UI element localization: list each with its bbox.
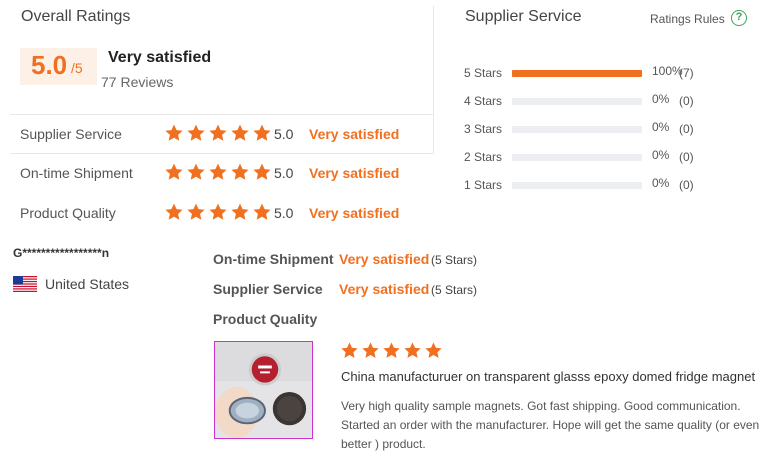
star-icon <box>340 341 359 359</box>
star-icon <box>252 162 272 181</box>
metric-row-product-quality: Product Quality 5.0 Very satisfied <box>10 194 434 234</box>
distribution-label: 4 Stars <box>464 94 503 108</box>
review-line-value: Very satisfied <box>339 251 430 267</box>
metric-name: Supplier Service <box>20 126 122 142</box>
reviewer-name: G*****************n <box>13 246 110 260</box>
metric-score: 5.0 <box>274 165 294 181</box>
product-star-rating <box>340 341 443 359</box>
star-icon <box>424 341 443 359</box>
distribution-count: (7) <box>679 66 694 80</box>
review-line-key: Supplier Service <box>213 281 323 297</box>
distribution-bar <box>512 182 642 189</box>
metric-score: 5.0 <box>274 126 294 142</box>
star-icon <box>252 202 272 221</box>
distribution-label: 3 Stars <box>464 122 503 136</box>
distribution-percent: 0% <box>652 92 670 106</box>
metric-label: Very satisfied <box>309 126 400 142</box>
review-line-stars: (5 Stars) <box>431 253 478 267</box>
star-rating <box>164 123 272 142</box>
review-line-stars: (5 Stars) <box>431 283 478 297</box>
distribution-bar-fill <box>512 70 642 77</box>
distribution-row-3-stars: 3 Stars 0% (0) <box>464 120 764 140</box>
review-line-value: Very satisfied <box>339 281 430 297</box>
metric-row-on-time-shipment: On-time Shipment 5.0 Very satisfied <box>10 154 434 194</box>
star-icon <box>164 162 184 181</box>
reviewer-country: United States <box>45 276 130 292</box>
distribution-bar <box>512 98 642 105</box>
distribution-count: (0) <box>679 178 694 192</box>
distribution-count: (0) <box>679 94 694 108</box>
overall-ratings-title: Overall Ratings <box>21 8 131 25</box>
distribution-bar <box>512 126 642 133</box>
metric-label: Very satisfied <box>309 205 400 221</box>
metric-row-supplier-service: Supplier Service 5.0 Very satisfied <box>10 114 434 154</box>
star-icon <box>208 123 228 142</box>
metric-score: 5.0 <box>274 205 294 221</box>
distribution-row-5-stars: 5 Stars 100% (7) <box>464 64 764 84</box>
star-icon <box>208 162 228 181</box>
metric-name: On-time Shipment <box>20 165 133 181</box>
overall-score: 5.0 <box>31 50 68 80</box>
distribution-row-1-stars: 1 Stars 0% (0) <box>464 176 764 196</box>
star-icon <box>186 162 206 181</box>
us-flag-icon <box>13 276 37 292</box>
star-icon <box>361 341 380 359</box>
review-line-key: On-time Shipment <box>213 251 334 267</box>
divider <box>433 6 434 114</box>
star-rating <box>164 162 272 181</box>
review-text: Very high quality sample magnets. Got fa… <box>341 399 760 451</box>
product-thumbnail[interactable] <box>214 341 313 439</box>
star-icon <box>164 202 184 221</box>
distribution-label: 1 Stars <box>464 178 503 192</box>
star-icon <box>208 202 228 221</box>
overall-satisfaction-label: Very satisfied <box>108 49 212 66</box>
star-icon <box>164 123 184 142</box>
distribution-percent: 0% <box>652 148 670 162</box>
distribution-bar <box>512 154 642 161</box>
distribution-percent: 0% <box>652 120 670 134</box>
help-icon[interactable]: ? <box>731 10 747 26</box>
star-icon <box>382 341 401 359</box>
distribution-label: 5 Stars <box>464 66 503 80</box>
metric-name: Product Quality <box>20 205 116 221</box>
metric-label: Very satisfied <box>309 165 400 181</box>
overall-score-denominator: /5 <box>71 60 83 76</box>
star-rating <box>164 202 272 221</box>
star-icon <box>230 162 250 181</box>
review-count[interactable]: 77 Reviews <box>101 74 173 90</box>
star-icon <box>403 341 422 359</box>
ratings-rules-link[interactable]: Ratings Rules <box>650 12 725 26</box>
distribution-bar <box>512 70 642 77</box>
star-icon <box>252 123 272 142</box>
review-line-key: Product Quality <box>213 311 318 327</box>
distribution-count: (0) <box>679 150 694 164</box>
star-icon <box>230 123 250 142</box>
distribution-row-4-stars: 4 Stars 0% (0) <box>464 92 764 112</box>
distribution-row-2-stars: 2 Stars 0% (0) <box>464 148 764 168</box>
star-icon <box>186 202 206 221</box>
star-icon <box>186 123 206 142</box>
star-icon <box>230 202 250 221</box>
product-name-link[interactable]: China manufacturuer on transparent glass… <box>341 369 755 384</box>
distribution-count: (0) <box>679 122 694 136</box>
supplier-service-title: Supplier Service <box>465 8 582 25</box>
distribution-percent: 0% <box>652 176 670 190</box>
distribution-label: 2 Stars <box>464 150 503 164</box>
